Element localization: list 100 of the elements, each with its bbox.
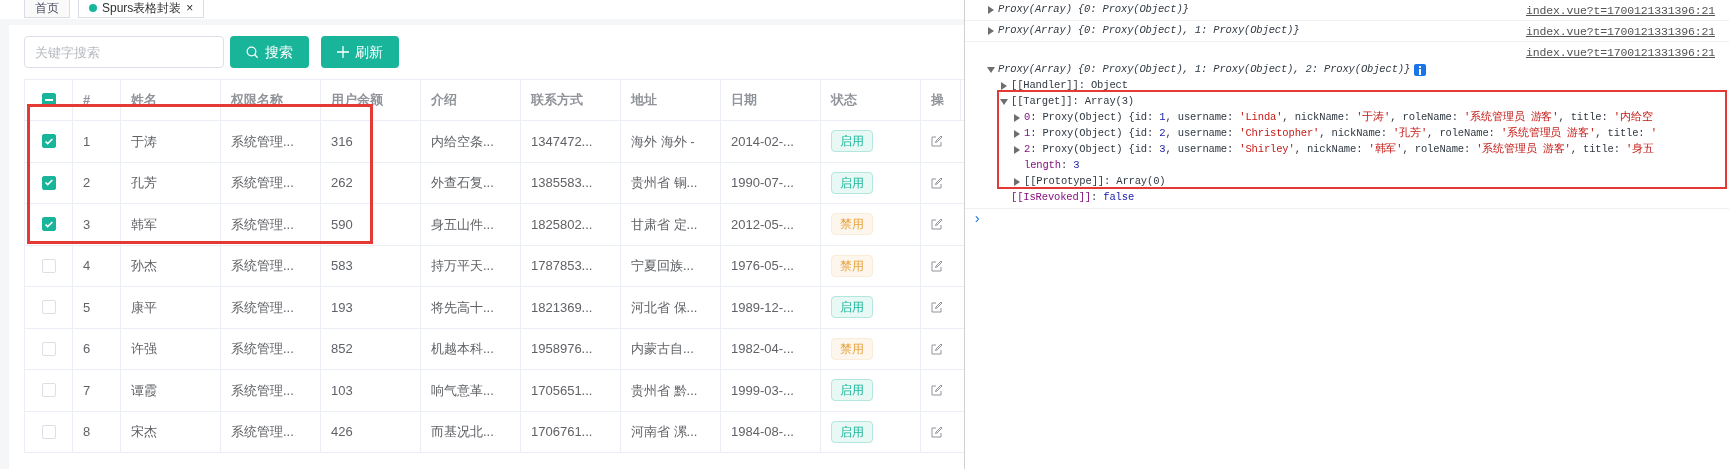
console-line: Proxy(Array) {0: Proxy(Object)} bbox=[998, 2, 1189, 18]
status-tag: 启用 bbox=[831, 296, 873, 319]
console-line: 1: Proxy(Object) {id: 2, username: 'Christopher', nickName: '孔芳', roleName: '系统管理员 游客', title: ' bbox=[1024, 126, 1657, 142]
console-prompt[interactable]: › bbox=[973, 208, 982, 230]
table-cell-text: 3 bbox=[83, 215, 91, 234]
caret-right-icon[interactable] bbox=[1013, 130, 1021, 138]
column-header: # bbox=[83, 91, 91, 110]
table-cell-text: 宁夏回族... bbox=[631, 257, 694, 275]
table-cell-text: 1825802... bbox=[531, 215, 593, 234]
checkbox[interactable] bbox=[41, 175, 56, 190]
table-cell-text: 海外 海外 - bbox=[631, 132, 695, 151]
edit-icon[interactable] bbox=[931, 259, 943, 272]
table-cell-text: 1958976... bbox=[531, 340, 593, 358]
table-cell-text: 系统管理... bbox=[231, 423, 294, 441]
column-header: 联系方式 bbox=[531, 91, 583, 110]
console-line: length: 3 bbox=[1024, 158, 1080, 174]
table-cell-text: 韩军 bbox=[131, 215, 157, 234]
status-tag: 启用 bbox=[831, 171, 873, 194]
caret-right-icon[interactable] bbox=[1013, 146, 1021, 154]
table-cell-text: 5 bbox=[83, 298, 91, 317]
table-cell-text: 1385583... bbox=[531, 174, 593, 192]
table-cell-text: 贵州省 铜... bbox=[631, 174, 698, 192]
source-link[interactable]: index.vue?t=1700121331396:21 bbox=[1525, 2, 1715, 18]
table-cell-text: 于涛 bbox=[131, 132, 157, 151]
console-line: [[Target]]: Array(3) bbox=[1011, 94, 1135, 110]
table-cell-text: 贵州省 黔... bbox=[631, 381, 698, 400]
console-line: 2: Proxy(Object) {id: 3, username: 'Shirley', nickName: '韩军', roleName: '系统管理员 游客', title: '身五 bbox=[1024, 142, 1654, 158]
caret-down-icon[interactable] bbox=[987, 66, 995, 74]
plus-icon bbox=[337, 46, 349, 58]
caret-down-icon[interactable] bbox=[1000, 98, 1008, 106]
table-cell-text: 1706761... bbox=[531, 423, 593, 441]
status-tag: 启用 bbox=[831, 379, 873, 402]
table-cell-text: 1821369... bbox=[531, 298, 593, 317]
check-icon bbox=[44, 137, 53, 145]
checkbox[interactable] bbox=[41, 217, 56, 232]
table-cell-text: 1982-04-... bbox=[731, 340, 794, 358]
edit-icon[interactable] bbox=[931, 135, 943, 148]
caret-right-icon[interactable] bbox=[1013, 178, 1021, 186]
table-cell-text: 1989-12-... bbox=[731, 298, 794, 317]
caret-right-icon[interactable] bbox=[987, 27, 995, 35]
table-cell-text: 426 bbox=[331, 423, 353, 441]
table-cell-text: 1705651... bbox=[531, 381, 593, 400]
edit-icon[interactable] bbox=[931, 218, 943, 231]
table-cell-text: 将先高十... bbox=[431, 298, 494, 317]
edit-icon[interactable] bbox=[931, 425, 943, 438]
table-cell-text: 响气意革... bbox=[431, 381, 494, 400]
table-cell-text: 内蒙古自... bbox=[631, 340, 694, 358]
table-cell-text: 系统管理... bbox=[231, 132, 294, 151]
tab[interactable]: 首页 bbox=[24, 0, 70, 18]
check-icon bbox=[44, 179, 53, 187]
table-cell-text: 孙杰 bbox=[131, 257, 157, 275]
table-cell-text: 2014-02-... bbox=[731, 132, 794, 151]
table-cell-text: 甘肃省 定... bbox=[631, 215, 698, 234]
table-cell-text: 6 bbox=[83, 340, 91, 358]
table-cell-text: 1976-05-... bbox=[731, 257, 794, 275]
table-cell-text: 103 bbox=[331, 381, 353, 400]
table-cell-text: 316 bbox=[331, 132, 353, 151]
table-cell-text: 河北省 保... bbox=[631, 298, 698, 317]
source-link[interactable]: index.vue?t=1700121331396:21 bbox=[1525, 44, 1715, 60]
tab[interactable]: Spurs表格封装 × bbox=[78, 0, 205, 18]
caret-right-icon[interactable] bbox=[987, 6, 995, 14]
table-cell-text: 系统管理... bbox=[231, 298, 294, 317]
console-line: [[IsRevoked]]: false bbox=[1011, 190, 1135, 206]
table-cell-text: 谭霞 bbox=[131, 381, 157, 400]
table-cell-text: 1984-08-... bbox=[731, 423, 794, 441]
table-cell-text: 1347472... bbox=[531, 132, 593, 151]
table-cell-text: 孔芳 bbox=[131, 174, 157, 192]
table-cell-text: 7 bbox=[83, 381, 91, 400]
table-cell-text: 内给空条... bbox=[431, 132, 494, 151]
search-field[interactable]: 关键字搜索 bbox=[24, 36, 224, 68]
table-cell-text: 8 bbox=[83, 423, 91, 441]
table-cell-text: 持万平天... bbox=[431, 257, 494, 275]
column-header: 操 bbox=[931, 91, 944, 110]
table-cell-text: 1999-03-... bbox=[731, 381, 794, 400]
status-tag: 启用 bbox=[831, 130, 873, 153]
checkbox[interactable] bbox=[41, 134, 56, 149]
table-cell-text: 许强 bbox=[131, 340, 157, 358]
caret-right-icon[interactable] bbox=[1000, 82, 1008, 90]
table-cell-text: 2 bbox=[83, 174, 91, 192]
info-icon[interactable] bbox=[1414, 64, 1427, 76]
table-cell-text: 康平 bbox=[131, 298, 157, 317]
table-cell-text: 而基况北... bbox=[431, 423, 494, 441]
table-cell-text: 590 bbox=[331, 215, 353, 234]
edit-icon[interactable] bbox=[931, 384, 943, 397]
edit-icon[interactable] bbox=[931, 301, 943, 314]
table-cell-text: 852 bbox=[331, 340, 353, 358]
edit-icon[interactable] bbox=[931, 176, 943, 189]
table-cell-text: 583 bbox=[331, 257, 353, 275]
table-cell-text: 1 bbox=[83, 132, 91, 151]
table-cell-text: 262 bbox=[331, 174, 353, 192]
table-cell-text: 外查石复... bbox=[431, 174, 494, 192]
close-icon[interactable]: × bbox=[186, 0, 194, 17]
table-cell-text: 系统管理... bbox=[231, 215, 294, 234]
table-cell-text: 河南省 漯... bbox=[631, 423, 698, 441]
edit-icon[interactable] bbox=[931, 342, 943, 355]
caret-right-icon[interactable] bbox=[1013, 114, 1021, 122]
table-cell-text: 系统管理... bbox=[231, 174, 294, 192]
source-link[interactable]: index.vue?t=1700121331396:21 bbox=[1525, 23, 1715, 39]
column-header: 介绍 bbox=[431, 91, 457, 110]
table-cell-text: 193 bbox=[331, 298, 353, 317]
